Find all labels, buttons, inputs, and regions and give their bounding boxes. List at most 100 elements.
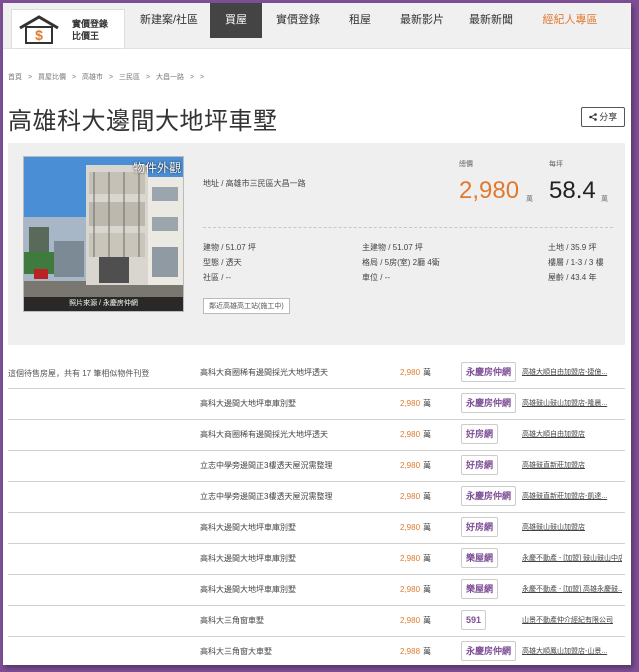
- nav-price-registry[interactable]: 實價登錄: [265, 3, 331, 38]
- address-text: 地址 / 高雄市三民區大昌一路: [203, 179, 306, 188]
- listing-store-link[interactable]: 高雄鼓直新莊加盟店: [522, 460, 622, 470]
- price-label: 總價: [459, 161, 473, 168]
- land-area: 土地 / 35.9 坪: [548, 243, 597, 252]
- building-area: 建物 / 51.07 坪: [203, 243, 256, 252]
- breadcrumb-city[interactable]: 高雄市: [82, 74, 103, 81]
- listing-price: 2,988 萬: [400, 647, 432, 656]
- listing-row[interactable]: 高科大三角窗大車墅 2,988 萬 永慶房仲網 高雄大順鳳山加盟店-山景...: [8, 636, 625, 665]
- listing-price: 2,980 萬: [400, 616, 432, 625]
- nav-news[interactable]: 最新新聞: [458, 3, 524, 38]
- listing-source-badge[interactable]: 永慶房仲網: [461, 486, 517, 506]
- unit-price-unit: 萬: [601, 196, 608, 203]
- total-price: 2,980: [459, 177, 520, 204]
- nav-videos[interactable]: 最新影片: [389, 3, 455, 38]
- breadcrumb-sep: >: [145, 74, 151, 81]
- listing-store-link[interactable]: 山景不動產仲介經紀有限公司: [522, 615, 622, 625]
- total-price-unit: 萬: [526, 196, 533, 203]
- listing-source-badge[interactable]: 好房網: [461, 517, 499, 537]
- property-type: 型態 / 透天: [203, 258, 242, 267]
- listing-name[interactable]: 高科大邊間大地坪車庫別墅: [200, 553, 296, 564]
- building-photo-image: [24, 157, 183, 311]
- listing-row[interactable]: 高科大邊間大地坪車庫別墅 2,980 萬 好房網 高雄鼓山鼓山加盟店: [8, 512, 625, 544]
- listing-name[interactable]: 高科大三角窗車墅: [200, 615, 264, 626]
- listing-price: 2,980 萬: [400, 461, 432, 470]
- logo-text-line1: 實價登錄: [72, 19, 109, 29]
- listing-store-link[interactable]: 高雄鼓山鼓山加盟店-隆晨...: [522, 398, 622, 408]
- listing-store-link[interactable]: 高雄大順自由加盟店-捷億...: [522, 367, 622, 377]
- breadcrumb-sep: >: [27, 74, 33, 81]
- listing-row[interactable]: 高科大商圈稀有邊間採光大地坪透天 2,980 萬 永慶房仲網 高雄大順自由加盟店-…: [8, 357, 625, 389]
- breadcrumb-sep: >: [71, 74, 77, 81]
- unit-price-label: 每坪: [549, 161, 563, 168]
- floor-info: 樓層 / 1-3 / 3 樓: [548, 258, 604, 267]
- listing-store-link[interactable]: 永慶不動產 - [加盟] 鼓山鼓山中店: [522, 553, 622, 563]
- listing-store-link[interactable]: 高雄鼓山鼓山加盟店: [522, 522, 622, 532]
- property-info-panel: 物件外觀 照片來源 / 永慶房仲網 地址 / 高雄市三民區大昌一路 總價 2,9…: [8, 143, 625, 345]
- listing-source-badge[interactable]: 樂屋網: [461, 579, 499, 599]
- page-title: 高雄科大邊間大地坪車墅: [8, 108, 278, 135]
- room-layout: 格局 / 5房(室) 2廳 4衛: [362, 258, 440, 267]
- page-frame: $ 實價登錄 比價王 新建案/社區 買屋 實價登錄 租屋 最新影片 最新新聞 經…: [3, 3, 631, 665]
- listing-source-badge[interactable]: 樂屋網: [461, 548, 499, 568]
- listing-store-link[interactable]: 高雄大順自由加盟店: [522, 429, 622, 439]
- property-photo[interactable]: 物件外觀 照片來源 / 永慶房仲網: [23, 156, 184, 312]
- listing-price: 2,980 萬: [400, 585, 432, 594]
- main-building-area: 主建物 / 51.07 坪: [362, 243, 423, 252]
- listing-price: 2,980 萬: [400, 368, 432, 377]
- listing-source-badge[interactable]: 永慶房仲網: [461, 641, 517, 661]
- breadcrumb-sep: >: [108, 74, 114, 81]
- photo-caption: 照片來源 / 永慶房仲網: [24, 297, 183, 311]
- listing-name[interactable]: 高科大三角窗大車墅: [200, 646, 272, 657]
- share-label: 分享: [599, 112, 618, 122]
- listing-row[interactable]: 高科大邊間大地坪車庫別墅 2,980 萬 永慶房仲網 高雄鼓山鼓山加盟店-隆晨..…: [8, 388, 625, 420]
- nav-new-projects[interactable]: 新建案/社區: [131, 3, 207, 38]
- listing-store-link[interactable]: 高雄鼓直新莊加盟店-凱達...: [522, 491, 622, 501]
- listing-row[interactable]: 高科大商圈稀有邊間採光大地坪透天 2,980 萬 好房網 高雄大順自由加盟店: [8, 419, 625, 451]
- parking: 車位 / --: [362, 273, 390, 282]
- listing-row[interactable]: 高科大三角窗車墅 2,980 萬 591 山景不動產仲介經紀有限公司: [8, 605, 625, 637]
- nav-rent[interactable]: 租屋: [334, 3, 386, 38]
- site-logo[interactable]: $ 實價登錄 比價王: [11, 9, 125, 49]
- breadcrumb-road[interactable]: 大昌一路: [156, 74, 184, 81]
- nav-buy[interactable]: 買屋: [210, 3, 262, 38]
- svg-text:$: $: [35, 27, 43, 43]
- listing-source-badge[interactable]: 永慶房仲網: [461, 393, 517, 413]
- listing-source-badge[interactable]: 永慶房仲網: [461, 362, 517, 382]
- nearby-mrt-badge: 鄰近高雄高工站(施工中): [203, 298, 290, 314]
- unit-price: 58.4: [549, 177, 596, 204]
- breadcrumb-district[interactable]: 三民區: [119, 74, 140, 81]
- listing-price: 2,980 萬: [400, 554, 432, 563]
- breadcrumb: 首頁 > 買屋比價 > 高雄市 > 三民區 > 大昌一路 > >: [8, 72, 208, 82]
- listing-name[interactable]: 立志中學旁邊間正3樓透天屋況需整理: [200, 460, 332, 471]
- nav-agent-zone[interactable]: 經紀人專區: [531, 3, 609, 38]
- listing-name[interactable]: 高科大邊間大地坪車庫別墅: [200, 522, 296, 533]
- breadcrumb-home[interactable]: 首頁: [8, 74, 22, 81]
- listing-name[interactable]: 高科大邊間大地坪車庫別墅: [200, 584, 296, 595]
- listing-price: 2,980 萬: [400, 492, 432, 501]
- share-icon: [588, 113, 597, 121]
- listing-price: 2,980 萬: [400, 523, 432, 532]
- listing-source-badge[interactable]: 好房網: [461, 455, 499, 475]
- listing-row[interactable]: 立志中學旁邊間正3樓透天屋況需整理 2,980 萬 永慶房仲網 高雄鼓直新莊加盟店…: [8, 481, 625, 513]
- share-button[interactable]: 分享: [581, 107, 625, 127]
- building-age: 屋齡 / 43.4 年: [548, 273, 597, 282]
- listing-store-link[interactable]: 永慶不動產 - [加盟] 高雄永慶鼓...: [522, 584, 622, 594]
- breadcrumb-buy-compare[interactable]: 買屋比價: [38, 74, 66, 81]
- listing-name[interactable]: 立志中學旁邊間正3樓透天屋況需整理: [200, 491, 332, 502]
- listing-name[interactable]: 高科大邊間大地坪車庫別墅: [200, 398, 296, 409]
- listing-source-badge[interactable]: 好房網: [461, 424, 499, 444]
- listing-row[interactable]: 高科大邊間大地坪車庫別墅 2,980 萬 樂屋網 永慶不動產 - [加盟] 鼓山鼓…: [8, 543, 625, 575]
- house-dollar-icon: $: [19, 15, 59, 44]
- listing-row[interactable]: 高科大邊間大地坪車庫別墅 2,980 萬 樂屋網 永慶不動產 - [加盟] 高雄永…: [8, 574, 625, 606]
- listing-price: 2,980 萬: [400, 399, 432, 408]
- breadcrumb-sep: >: [189, 74, 195, 81]
- community: 社區 / --: [203, 273, 231, 282]
- listing-store-link[interactable]: 高雄大順鳳山加盟店-山景...: [522, 646, 622, 656]
- logo-text-line2: 比價王: [72, 31, 100, 41]
- listing-row[interactable]: 立志中學旁邊間正3樓透天屋況需整理 2,980 萬 好房網 高雄鼓直新莊加盟店: [8, 450, 625, 482]
- listing-price: 2,980 萬: [400, 430, 432, 439]
- listing-name[interactable]: 高科大商圈稀有邊間採光大地坪透天: [200, 429, 328, 440]
- listing-name[interactable]: 高科大商圈稀有邊間採光大地坪透天: [200, 367, 328, 378]
- photo-tag: 物件外觀: [132, 161, 181, 175]
- listing-source-badge[interactable]: 591: [461, 610, 487, 630]
